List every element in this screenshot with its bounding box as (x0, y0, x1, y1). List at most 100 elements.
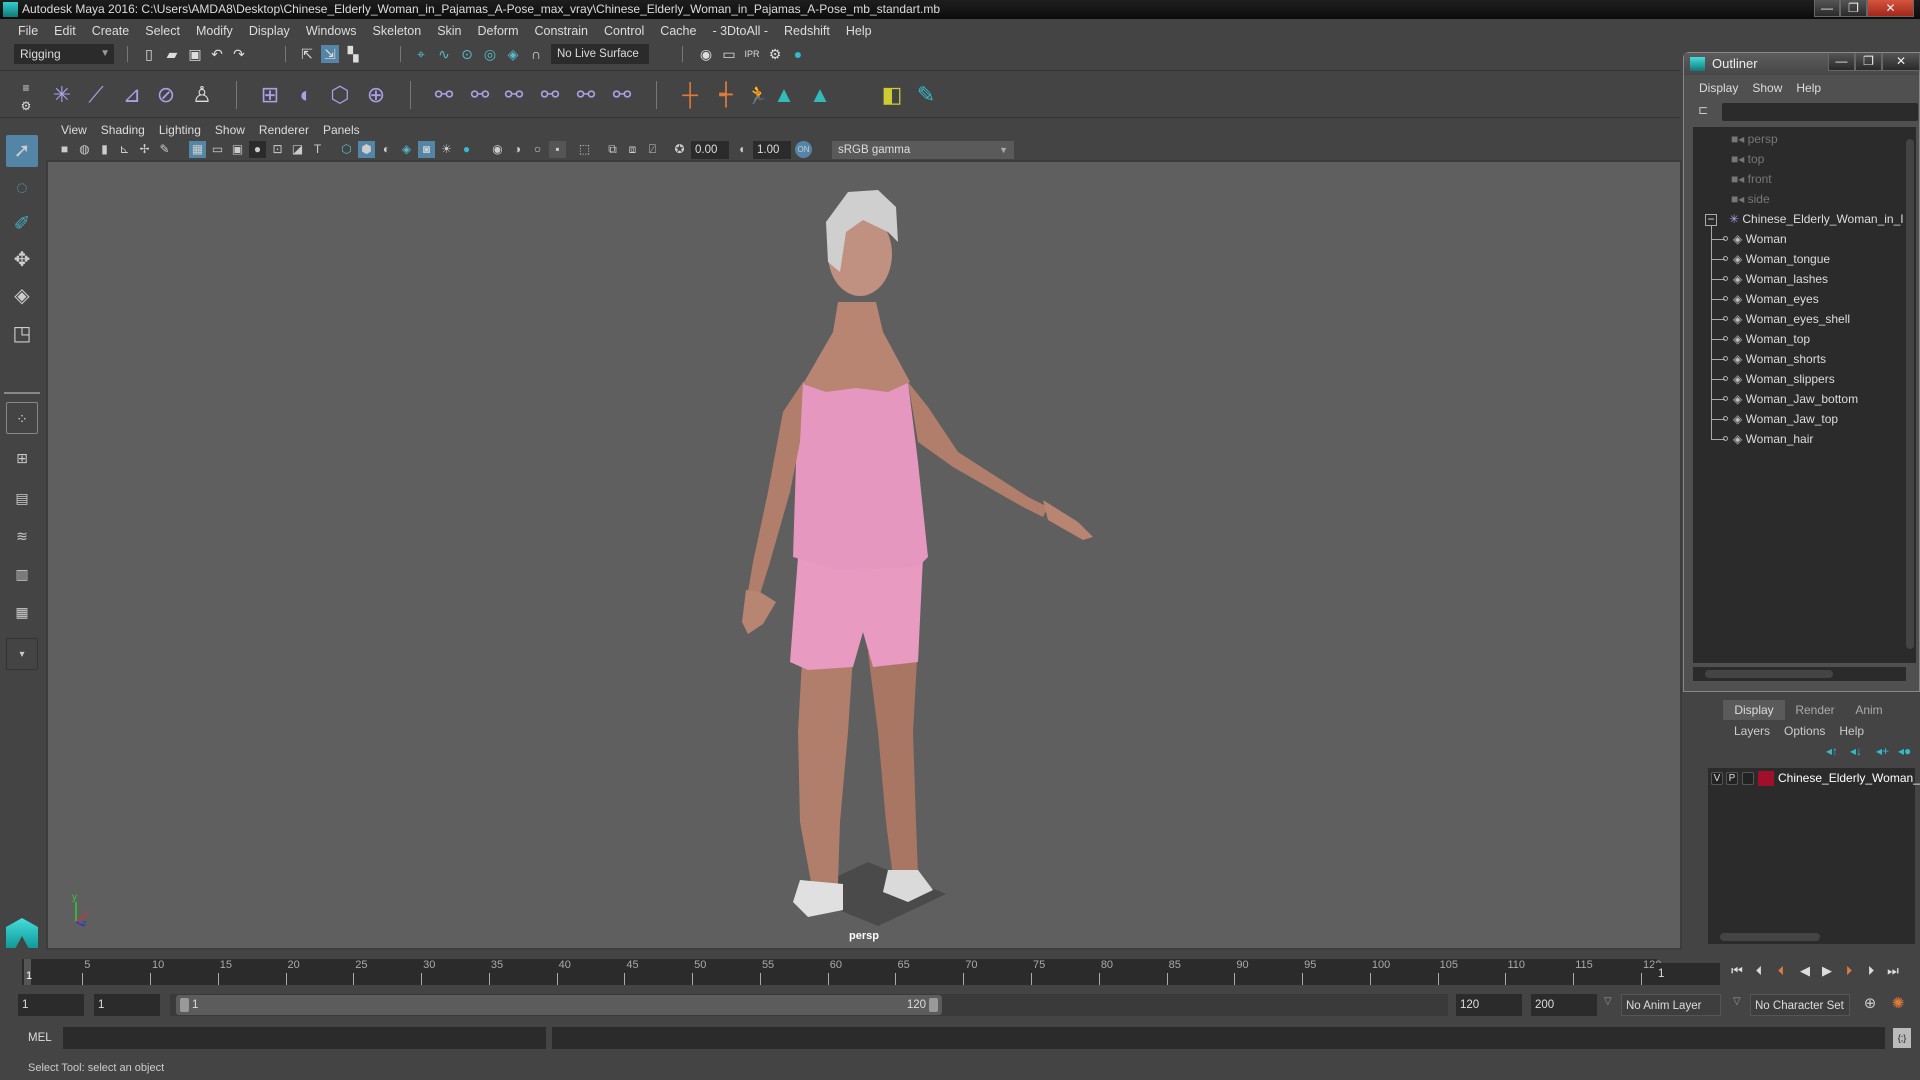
panel-menu-panels[interactable]: Panels (316, 123, 367, 137)
color-space-dropdown[interactable]: sRGB gamma ▼ (832, 141, 1014, 159)
playback-start-field[interactable]: 1 (94, 994, 160, 1016)
outliner-menu-display[interactable]: Display (1692, 81, 1745, 95)
live-surface-field[interactable]: No Live Surface (551, 44, 649, 64)
depth-of-field-icon[interactable]: ▪ (549, 141, 566, 158)
locator-constraint-icon[interactable]: ┽ (712, 81, 740, 109)
render-view-icon[interactable]: ◉ (697, 45, 715, 63)
point-constraint-icon[interactable]: ⚯ (466, 81, 494, 109)
outliner-close-button[interactable]: ✕ (1882, 53, 1920, 71)
outliner-item-mesh[interactable]: ◈ Woman_Jaw_top (1711, 409, 1838, 429)
range-start-handle[interactable] (180, 998, 189, 1012)
anim-layer-dropdown[interactable]: No Anim Layer (1621, 994, 1721, 1016)
select-camera-icon[interactable]: ■ (56, 141, 73, 158)
outliner-item-camera[interactable]: ■◂ side (1731, 189, 1770, 209)
aim-constraint-icon[interactable]: ⚯ (572, 81, 600, 109)
outliner-item-camera[interactable]: ■◂ persp (1731, 129, 1778, 149)
snap-point-icon[interactable]: ⊙ (458, 45, 476, 63)
menu-constrain[interactable]: Constrain (527, 24, 597, 38)
scroll-thumb[interactable] (1705, 670, 1833, 678)
parent-constraint-icon[interactable]: ⚯ (430, 81, 458, 109)
layer-visibility-toggle[interactable]: V (1711, 772, 1723, 785)
menu-modify[interactable]: Modify (188, 24, 241, 38)
layer-menu-options[interactable]: Options (1784, 724, 1825, 738)
character-set-dropdown[interactable]: No Character Set (1750, 994, 1850, 1016)
snap-curve-icon[interactable]: ∿ (435, 45, 453, 63)
xray-joints-icon[interactable]: ⍁ (644, 141, 661, 158)
menu-help[interactable]: Help (838, 24, 880, 38)
locator-icon[interactable]: ┼ (676, 81, 704, 109)
gate-mask-icon[interactable]: ● (249, 141, 266, 158)
time-ruler[interactable]: 1 5 10 15 20 25 30 35 40 45 50 55 60 65 70 75 80 85 90 95 1… (22, 959, 1661, 985)
script-editor-icon[interactable]: {;} (1893, 1028, 1911, 1048)
outliner-search-field[interactable] (1722, 103, 1918, 121)
four-view-layout-icon[interactable]: ⊞ (6, 442, 38, 474)
animation-end-field[interactable]: 200 (1531, 994, 1597, 1016)
outliner-item-mesh[interactable]: ◈ Woman_shorts (1711, 349, 1826, 369)
outliner-item-mesh[interactable]: ◈ Woman_top (1711, 329, 1810, 349)
ik-handle-icon[interactable]: ⊘ (152, 81, 180, 109)
outliner-item-mesh[interactable]: ◈ Woman_eyes_shell (1711, 309, 1850, 329)
step-forward-key-icon[interactable]: ⏵ (1862, 962, 1880, 980)
snap-view-plane-icon[interactable]: ◎ (481, 45, 499, 63)
layers-icon[interactable]: ◧ (878, 81, 906, 109)
current-frame-field[interactable]: 1 (1654, 963, 1720, 985)
camera-attributes-icon[interactable]: ◍ (76, 141, 93, 158)
step-back-key-icon[interactable]: ⏴ (1750, 962, 1768, 980)
layer-display-type-toggle[interactable] (1742, 772, 1754, 785)
outliner-maximize-button[interactable]: ❐ (1855, 53, 1882, 71)
smooth-shade-icon[interactable]: ⬢ (358, 141, 375, 158)
screen-space-ao-icon[interactable]: ◉ (489, 141, 506, 158)
outliner-vertical-scrollbar[interactable] (1904, 127, 1916, 663)
outliner-item-mesh[interactable]: ◈ Woman_Jaw_bottom (1711, 389, 1858, 409)
render-settings-icon[interactable]: ⚙ (766, 45, 784, 63)
go-to-end-icon[interactable]: ⏭ (1884, 962, 1902, 980)
single-perspective-layout-icon[interactable]: ⁘ (6, 402, 38, 434)
textured-icon[interactable]: ◙ (418, 141, 435, 158)
menu-cache[interactable]: Cache (652, 24, 704, 38)
2d-pan-zoom-icon[interactable]: ✎ (156, 141, 173, 158)
bookmark-icon[interactable]: ▮ (96, 141, 113, 158)
menu-create[interactable]: Create (84, 24, 138, 38)
save-scene-icon[interactable]: ▣ (186, 45, 204, 63)
playback-end-field[interactable]: 120 (1456, 994, 1522, 1016)
outliner-menu-help[interactable]: Help (1789, 81, 1828, 95)
maximize-button[interactable]: ❐ (1840, 0, 1867, 17)
safe-title-icon[interactable]: T (309, 141, 326, 158)
rotate-tool-icon[interactable]: ◈ (6, 280, 38, 312)
layer-playback-toggle[interactable]: P (1726, 772, 1738, 785)
make-live-icon[interactable]: ∩ (527, 45, 545, 63)
outliner-minimize-button[interactable]: — (1828, 53, 1855, 71)
layer-tab-display[interactable]: Display (1723, 700, 1785, 720)
hypergraph-layout-icon[interactable]: ▥ (6, 558, 38, 590)
go-to-start-icon[interactable]: ⏮ (1728, 962, 1746, 980)
menu-3dtoall[interactable]: - 3DtoAll - (704, 24, 776, 38)
gamma-field[interactable]: 1.00 (753, 141, 791, 159)
menuset-dropdown[interactable]: Rigging ▼ (14, 44, 114, 64)
outliner-item-group[interactable]: − ✳ Chinese_Elderly_Woman_in_I (1705, 209, 1904, 229)
snap-grid-icon[interactable]: ⌖ (412, 45, 430, 63)
outliner-item-mesh[interactable]: ◈ Woman_lashes (1711, 269, 1828, 289)
menu-select[interactable]: Select (137, 24, 188, 38)
menu-deform[interactable]: Deform (470, 24, 527, 38)
render-current-icon[interactable]: ▭ (720, 45, 738, 63)
menu-skeleton[interactable]: Skeleton (365, 24, 430, 38)
more-layouts-icon[interactable]: ▾ (6, 638, 38, 670)
redo-icon[interactable]: ↷ (230, 45, 248, 63)
menu-redshift[interactable]: Redshift (776, 24, 838, 38)
scale-constraint-icon[interactable]: ⚯ (536, 81, 564, 109)
layer-tab-render[interactable]: Render (1785, 700, 1845, 720)
panel-menu-show[interactable]: Show (208, 123, 252, 137)
character-set-chevron-icon[interactable]: ▽ (1733, 996, 1741, 1007)
xray-icon[interactable]: ⧉ (604, 141, 621, 158)
menu-control[interactable]: Control (596, 24, 652, 38)
graph-editor-layout-icon[interactable]: ≋ (6, 520, 38, 552)
menu-skin[interactable]: Skin (429, 24, 469, 38)
select-component-icon[interactable]: ▚ (344, 45, 362, 63)
exposure-field[interactable]: 0.00 (691, 141, 729, 159)
step-forward-frame-icon[interactable]: ⏵ (1840, 962, 1858, 980)
range-end-handle[interactable] (929, 998, 938, 1012)
panel-menu-renderer[interactable]: Renderer (252, 123, 316, 137)
field-chart-icon[interactable]: ⊡ (269, 141, 286, 158)
cluster-icon[interactable]: ⊕ (362, 81, 390, 109)
paint-weights-icon[interactable]: ✎ (912, 81, 940, 109)
